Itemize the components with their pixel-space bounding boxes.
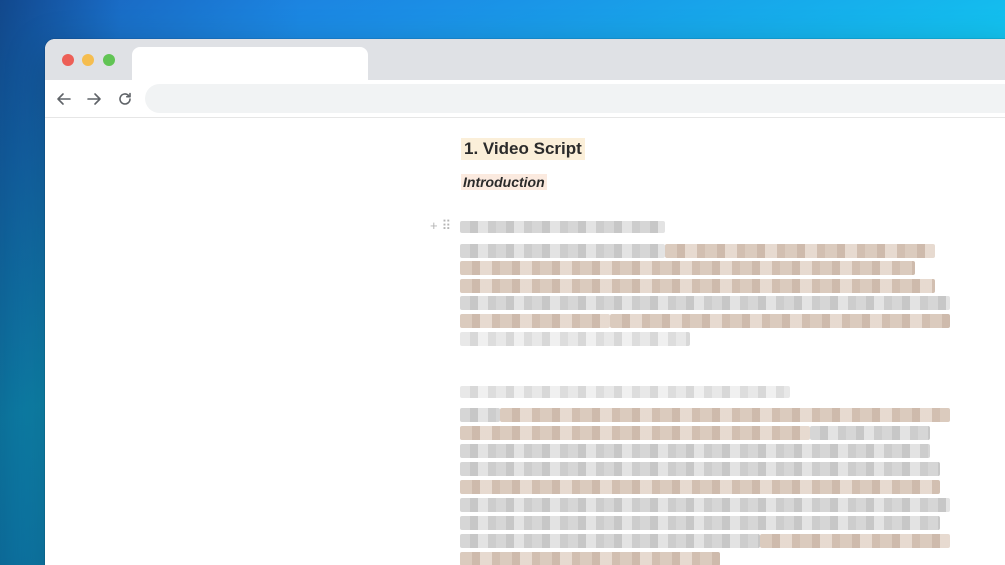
close-window-button[interactable] — [62, 54, 74, 66]
address-bar[interactable] — [145, 84, 1005, 113]
reload-icon — [119, 92, 131, 105]
reload-button[interactable] — [114, 88, 136, 110]
tab-strip — [45, 39, 1005, 80]
block-controls: + ⠿ — [430, 218, 451, 234]
plus-icon[interactable]: + — [430, 218, 438, 234]
forward-button[interactable] — [83, 88, 105, 110]
drag-handle-icon[interactable]: ⠿ — [442, 218, 452, 234]
arrow-left-icon — [57, 93, 71, 105]
document: 1. Video Script Introduction + ⠿ — [430, 138, 960, 565]
active-tab[interactable] — [132, 47, 368, 80]
page-content: 1. Video Script Introduction + ⠿ — [45, 118, 1005, 565]
arrow-right-icon — [87, 93, 101, 105]
back-button[interactable] — [53, 88, 75, 110]
zoom-window-button[interactable] — [103, 54, 115, 66]
browser-toolbar — [45, 80, 1005, 118]
document-heading: 1. Video Script — [461, 138, 585, 160]
browser-window: 1. Video Script Introduction + ⠿ — [45, 39, 1005, 565]
section-heading: Introduction — [461, 174, 547, 190]
minimize-window-button[interactable] — [82, 54, 94, 66]
